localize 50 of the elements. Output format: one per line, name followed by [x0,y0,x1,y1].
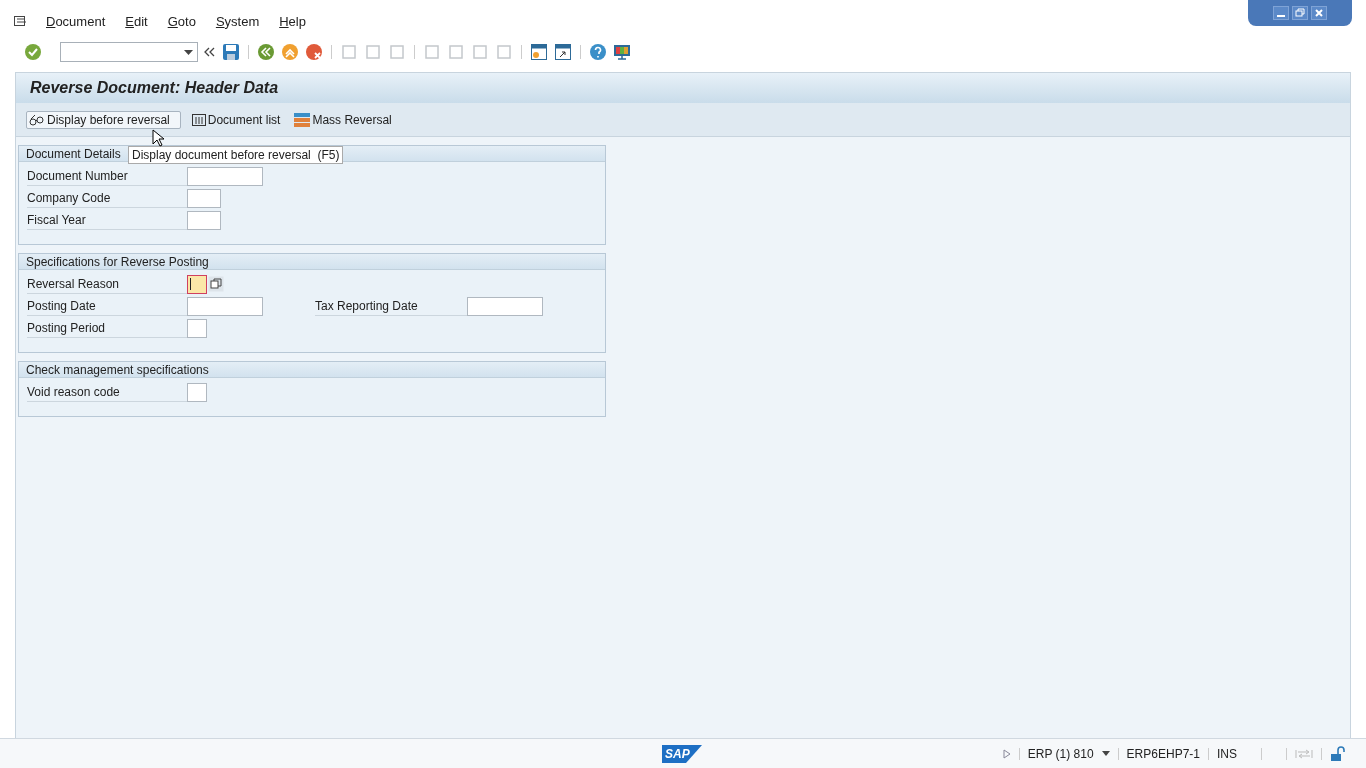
lock-icon[interactable] [1330,745,1346,762]
cancel-icon[interactable] [305,43,323,61]
mouse-pointer-icon [152,129,164,147]
connection-icon[interactable] [1295,748,1313,759]
group-title: Document Details [26,145,121,163]
menu-item[interactable]: System [215,12,260,32]
glasses-icon [29,113,45,126]
input-field[interactable] [187,166,263,186]
exit-icon[interactable] [281,43,299,61]
input-field[interactable] [467,296,543,316]
group-title: Specifications for Reverse Posting [26,253,209,271]
group-title: Check management specifications [26,361,209,379]
system-info[interactable]: ERP (1) 810 [1027,744,1094,763]
input-field[interactable] [187,318,207,338]
double-left-arrow-icon[interactable] [204,47,216,57]
input-field[interactable] [187,188,221,208]
screen-title: Reverse Document: Header Data [30,78,279,98]
toolbar-button[interactable]: Document list [188,110,284,129]
input-field[interactable] [187,210,221,230]
help-icon[interactable] [589,43,607,61]
close-icon[interactable] [1311,6,1327,20]
menu-item[interactable]: Edit [125,12,148,32]
new-window-icon[interactable] [530,43,548,61]
menu-icon[interactable] [14,16,28,28]
list-icon [191,113,206,126]
command-field[interactable] [60,42,198,62]
input-field[interactable] [187,296,263,316]
input-field[interactable] [187,382,207,402]
server-name: ERP6EHP7-1 [1126,745,1200,763]
dropdown-caret-icon[interactable] [184,49,193,55]
menu-item[interactable]: Goto [167,12,196,32]
menu-item[interactable]: Help [279,12,306,32]
save-icon[interactable] [222,43,240,61]
restore-icon[interactable] [1292,6,1308,20]
dropdown-caret-icon[interactable] [1101,751,1110,756]
toolbar-button[interactable]: Display before reversal [26,110,181,129]
insert-mode: INS [1217,745,1237,763]
tooltip: Display document before reversal (F5) [128,146,344,164]
sap-logo: SAP [665,746,690,763]
shortcut-window-icon[interactable] [554,43,572,61]
copy-icon[interactable] [208,276,224,292]
menu-item[interactable]: Document [46,12,106,32]
input-field[interactable] [187,274,207,294]
play-icon[interactable] [1002,748,1011,759]
mass-list-icon [294,112,311,127]
minimize-icon[interactable] [1273,6,1289,20]
back-icon[interactable] [257,43,275,61]
enter-icon[interactable] [24,43,42,61]
toolbar-button[interactable]: Mass Reversal [291,110,395,129]
monitor-icon[interactable] [613,43,631,61]
